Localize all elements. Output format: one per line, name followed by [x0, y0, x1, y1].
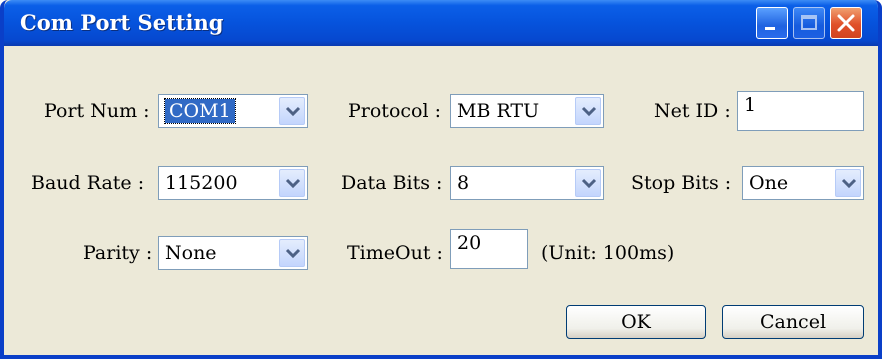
stop-bits-label: Stop Bits :: [631, 172, 732, 194]
cancel-button[interactable]: Cancel: [722, 305, 864, 339]
net-id-value: 1: [744, 94, 757, 116]
port-num-select[interactable]: COM1: [158, 94, 308, 128]
com-port-setting-dialog: Com Port Setting Port Num : COM1 Protoco…: [0, 0, 882, 359]
title-bar[interactable]: Com Port Setting: [4, 0, 878, 46]
maximize-button[interactable]: [793, 7, 825, 39]
data-bits-select[interactable]: 8: [450, 166, 604, 200]
baud-rate-label: Baud Rate :: [31, 172, 145, 194]
baud-rate-value: 115200: [165, 172, 238, 194]
baud-rate-dropdown-button[interactable]: [279, 169, 305, 197]
timeout-label: TimeOut :: [347, 242, 443, 264]
close-icon: [837, 14, 855, 32]
baud-rate-select[interactable]: 115200: [158, 166, 308, 200]
parity-select[interactable]: None: [158, 236, 308, 270]
parity-dropdown-button[interactable]: [279, 239, 305, 267]
protocol-label: Protocol :: [348, 100, 441, 122]
protocol-dropdown-button[interactable]: [575, 97, 601, 125]
maximize-icon: [801, 15, 817, 30]
chevron-down-icon: [285, 248, 301, 259]
stop-bits-dropdown-button[interactable]: [835, 169, 861, 197]
data-bits-value: 8: [457, 172, 470, 194]
chevron-down-icon: [285, 178, 301, 189]
ok-button[interactable]: OK: [566, 305, 706, 339]
stop-bits-value: One: [749, 172, 789, 194]
net-id-label: Net ID :: [654, 100, 731, 122]
chevron-down-icon: [581, 106, 597, 117]
net-id-input[interactable]: 1: [737, 91, 864, 131]
stop-bits-select[interactable]: One: [742, 166, 864, 200]
chevron-down-icon: [581, 178, 597, 189]
parity-value: None: [165, 242, 217, 264]
window-title: Com Port Setting: [20, 10, 224, 35]
chevron-down-icon: [285, 106, 301, 117]
protocol-value: MB RTU: [457, 100, 540, 122]
close-button[interactable]: [830, 7, 862, 39]
timeout-input[interactable]: 20: [450, 229, 528, 269]
minimize-icon: [765, 27, 775, 30]
port-num-dropdown-button[interactable]: [279, 97, 305, 125]
port-num-value: COM1: [164, 98, 236, 124]
minimize-button[interactable]: [756, 7, 788, 39]
port-num-label: Port Num :: [44, 100, 150, 122]
timeout-value: 20: [457, 232, 482, 254]
protocol-select[interactable]: MB RTU: [450, 94, 604, 128]
timeout-unit-text: (Unit: 100ms): [541, 242, 675, 264]
data-bits-label: Data Bits :: [341, 172, 443, 194]
chevron-down-icon: [841, 178, 857, 189]
parity-label: Parity :: [83, 242, 153, 264]
data-bits-dropdown-button[interactable]: [575, 169, 601, 197]
